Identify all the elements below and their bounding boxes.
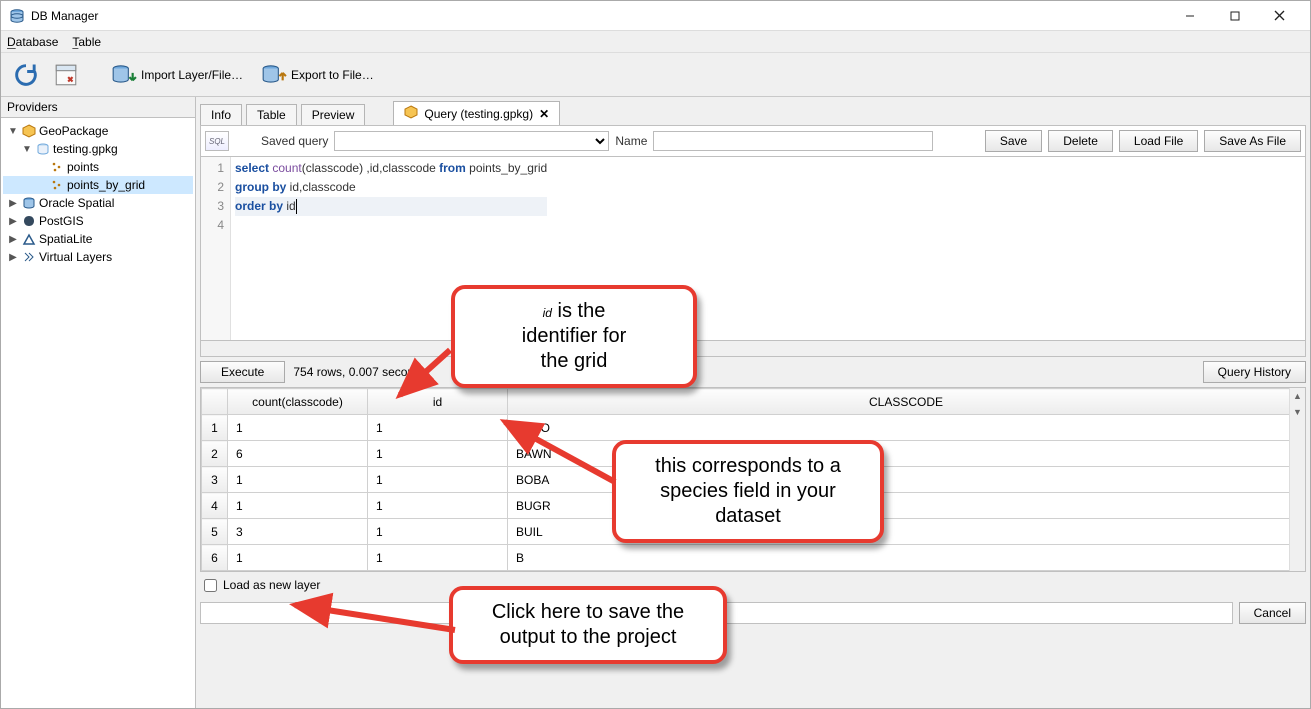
cube-icon (21, 123, 37, 139)
delete-button[interactable]: Delete (1048, 130, 1113, 152)
tree-points[interactable]: points (3, 158, 193, 176)
saved-query-select[interactable] (334, 131, 609, 151)
minimize-button[interactable] (1167, 2, 1212, 30)
query-history-button[interactable]: Query History (1203, 361, 1306, 383)
import-layer-button[interactable]: Import Layer/File… (107, 60, 247, 90)
tree-postgis[interactable]: ▶PostGIS (3, 212, 193, 230)
db-file-icon (35, 141, 51, 157)
tree-points-by-grid[interactable]: points_by_grid (3, 176, 193, 194)
tree-oracle[interactable]: ▶Oracle Spatial (3, 194, 193, 212)
tab-table[interactable]: Table (246, 104, 297, 125)
query-name-input[interactable] (653, 131, 933, 151)
arrow-icon (280, 590, 470, 650)
table-row[interactable]: 111BARO (202, 415, 1305, 441)
callout-id: id is theidentifier forthe grid (451, 285, 697, 388)
col-classcode[interactable]: CLASSCODE (508, 389, 1305, 415)
sql-icon[interactable]: SQL (205, 131, 229, 151)
tree-testing[interactable]: ▼testing.gpkg (3, 140, 193, 158)
oracle-icon (21, 195, 37, 211)
arrow-icon (390, 340, 470, 410)
sql-editor[interactable]: 1234 select count(classcode) ,id,classco… (200, 156, 1306, 341)
db-icon (9, 8, 25, 24)
refresh-button[interactable] (11, 60, 41, 90)
table-row[interactable]: 611B (202, 545, 1305, 571)
col-count[interactable]: count(classcode) (228, 389, 368, 415)
maximize-button[interactable] (1212, 2, 1257, 30)
spatialite-icon (21, 231, 37, 247)
execute-row: Execute 754 rows, 0.007 seconds Query Hi… (200, 357, 1306, 387)
name-label: Name (615, 134, 647, 148)
save-as-file-button[interactable]: Save As File (1204, 130, 1301, 152)
load-file-button[interactable]: Load File (1119, 130, 1198, 152)
editor-h-scrollbar[interactable] (200, 341, 1306, 357)
points-icon (49, 159, 65, 175)
tab-strip: Info Table Preview Query (testing.gpkg) … (200, 101, 1306, 125)
line-gutter: 1234 (201, 157, 231, 340)
arrow-icon (490, 412, 630, 492)
providers-panel: Providers ▼GeoPackage ▼testing.gpkg poin… (1, 97, 196, 708)
close-tab-icon[interactable]: ✕ (539, 107, 549, 121)
tab-info[interactable]: Info (200, 104, 242, 125)
sql-window-button[interactable] (51, 60, 81, 90)
menubar: Database Table (1, 31, 1310, 53)
saved-query-label: Saved query (261, 134, 328, 148)
toolbar: Import Layer/File… Export to File… (1, 53, 1310, 97)
virtual-icon (21, 249, 37, 265)
close-button[interactable] (1257, 2, 1302, 30)
providers-tree[interactable]: ▼GeoPackage ▼testing.gpkg points points_… (1, 118, 195, 708)
cancel-button[interactable]: Cancel (1239, 602, 1306, 624)
tree-geopackage[interactable]: ▼GeoPackage (3, 122, 193, 140)
tab-preview[interactable]: Preview (301, 104, 366, 125)
tree-virtual[interactable]: ▶Virtual Layers (3, 248, 193, 266)
export-file-label: Export to File… (291, 68, 374, 82)
tree-spatialite[interactable]: ▶SpatiaLite (3, 230, 193, 248)
titlebar: DB Manager (1, 1, 1310, 31)
menu-table[interactable]: Table (72, 35, 101, 49)
callout-classcode: this corresponds to a species field in y… (612, 440, 884, 543)
results-v-scrollbar[interactable]: ▲▼ (1289, 388, 1305, 571)
points-icon (49, 177, 65, 193)
window-title: DB Manager (31, 9, 1167, 23)
query-toolbar: SQL Saved query Name Save Delete Load Fi… (200, 125, 1306, 156)
cube-icon (404, 105, 418, 122)
providers-heading: Providers (1, 97, 195, 118)
menu-database[interactable]: Database (7, 35, 58, 49)
tab-query[interactable]: Query (testing.gpkg) ✕ (393, 101, 560, 125)
load-as-layer-checkbox[interactable] (204, 579, 217, 592)
results-header: count(classcode) id CLASSCODE (202, 389, 1305, 415)
export-file-button[interactable]: Export to File… (257, 60, 378, 90)
save-button[interactable]: Save (985, 130, 1042, 152)
callout-save: Click here to save the output to the pro… (449, 586, 727, 664)
postgis-icon (21, 213, 37, 229)
execute-button[interactable]: Execute (200, 361, 285, 383)
import-layer-label: Import Layer/File… (141, 68, 243, 82)
